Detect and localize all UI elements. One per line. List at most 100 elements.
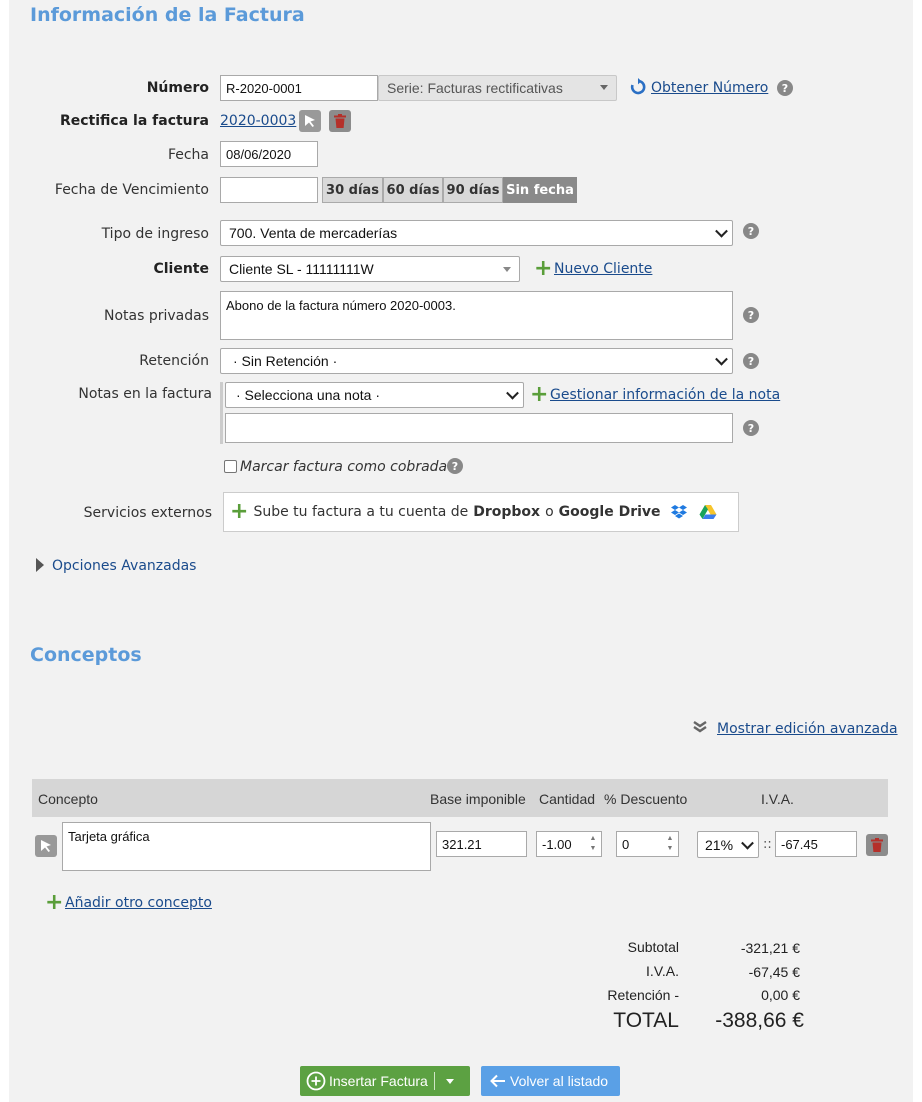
help-icon[interactable]: ? [743, 307, 759, 323]
volver-listado-button[interactable]: Volver al listado [481, 1066, 620, 1096]
iva-value-input[interactable]: -67.45 [775, 831, 857, 857]
trash-icon [334, 114, 346, 128]
help-icon[interactable]: ? [743, 223, 759, 239]
externos-o: o [545, 504, 554, 520]
spinner-down-icon[interactable]: ▼ [665, 845, 675, 853]
triangle-right-icon[interactable] [36, 558, 44, 572]
cursor-icon [305, 115, 315, 127]
cantidad-value: -1.00 [542, 836, 572, 852]
serie-select-value: Serie: Facturas rectificativas [387, 80, 563, 96]
section-title-conceptos: Conceptos [30, 644, 142, 666]
retencion-select[interactable]: · Sin Retención · [220, 348, 733, 374]
externos-label: Servicios externos [83, 505, 212, 521]
numero-label: Número [146, 80, 209, 96]
insertar-factura-label: Insertar Factura [329, 1073, 428, 1089]
retencion-total-value: 0,00 € [761, 987, 800, 1003]
gestionar-nota-link[interactable]: Gestionar información de la nota [550, 387, 780, 403]
plus-icon: + [45, 890, 64, 915]
descuento-value: 0 [622, 836, 630, 852]
help-icon[interactable]: ? [743, 353, 759, 369]
notas-factura-textarea[interactable] [225, 413, 733, 443]
header-descuento: % Descuento [604, 791, 688, 807]
dropbox-icon[interactable] [670, 504, 688, 520]
delete-row-button[interactable] [866, 834, 888, 856]
retencion-total-label: Retención - [607, 987, 679, 1003]
retencion-label: Retención [139, 353, 209, 369]
tipo-ingreso-label: Tipo de ingreso [101, 226, 209, 242]
serie-select[interactable]: Serie: Facturas rectificativas [378, 75, 617, 101]
help-icon[interactable]: ? [743, 420, 759, 436]
cliente-value: Cliente SL - 11111111W [229, 261, 374, 277]
spinner-down-icon[interactable]: ▼ [588, 845, 598, 853]
gdrive-label: Google Drive [558, 504, 661, 520]
google-drive-icon[interactable] [699, 504, 717, 520]
rectifica-label: Rectifica la factura [59, 113, 209, 129]
notas-privadas-textarea[interactable]: Abono de la factura número 2020-0003. [220, 291, 733, 340]
total-value: -388,66 € [715, 1009, 804, 1032]
concepto-textarea[interactable]: Tarjeta gráfica [62, 822, 431, 871]
vencimiento-label: Fecha de Vencimiento [54, 182, 209, 198]
retencion-value: · Sin Retención · [233, 353, 338, 369]
90-dias-button[interactable]: 90 días [443, 177, 503, 203]
invoice-panel: Información de la Factura Número R-2020-… [9, 0, 913, 1102]
anadir-concepto-link[interactable]: Añadir otro concepto [65, 895, 212, 911]
plus-circle-icon [306, 1071, 326, 1091]
externos-box[interactable]: + Sube tu factura a tu cuenta de Dropbox… [223, 492, 739, 532]
fecha-input[interactable]: 08/06/2020 [220, 141, 318, 167]
tipo-ingreso-value: 700. Venta de mercaderías [229, 225, 398, 241]
help-icon[interactable]: ? [447, 458, 463, 474]
section-title-invoice-info: Información de la Factura [30, 4, 305, 26]
opciones-avanzadas-link[interactable]: Opciones Avanzadas [52, 558, 196, 574]
select-product-button[interactable] [35, 835, 57, 857]
spinner-up-icon[interactable]: ▲ [588, 835, 598, 843]
60-dias-button[interactable]: 60 días [383, 177, 443, 203]
obtener-numero-link[interactable]: Obtener Número [651, 80, 768, 96]
mostrar-edicion-link[interactable]: Mostrar edición avanzada [717, 721, 898, 737]
button-divider [433, 1072, 435, 1090]
cobrada-label: Marcar factura como cobrada [240, 459, 448, 475]
chevron-down-icon [715, 224, 728, 238]
caret-down-icon [503, 267, 511, 272]
iva-rate-select[interactable]: 21% [697, 831, 759, 858]
vencimiento-input[interactable] [220, 177, 318, 203]
descuento-input[interactable]: 0 ▲ ▼ [616, 831, 679, 857]
cobrada-checkbox[interactable] [224, 460, 237, 473]
select-invoice-button[interactable] [299, 110, 321, 132]
externos-text: Sube tu factura a tu cuenta de [253, 504, 469, 520]
sin-fecha-button[interactable]: Sin fecha [503, 177, 577, 203]
chevron-down-icon [506, 386, 519, 400]
spinner-up-icon[interactable]: ▲ [665, 835, 675, 843]
help-icon[interactable]: ? [777, 80, 793, 96]
numero-input[interactable]: R-2020-0001 [220, 75, 378, 101]
double-chevron-down-icon[interactable] [692, 720, 708, 738]
insertar-factura-button[interactable]: Insertar Factura [300, 1066, 470, 1096]
delete-rectifica-button[interactable] [329, 110, 351, 132]
plus-icon: + [230, 499, 249, 524]
notas-factura-select[interactable]: · Selecciona una nota · [225, 382, 524, 408]
nuevo-cliente-link[interactable]: Nuevo Cliente [554, 261, 652, 277]
iva-rate-value: 21% [705, 836, 734, 853]
refresh-icon[interactable] [629, 78, 647, 100]
subtotal-value: -321,21 € [740, 940, 800, 956]
notas-factura-select-value: · Selecciona una nota · [236, 387, 380, 403]
notas-factura-label: Notas en la factura [78, 386, 212, 402]
notas-privadas-label: Notas privadas [103, 308, 209, 324]
cantidad-input[interactable]: -1.00 ▲ ▼ [536, 831, 602, 857]
header-concepto: Concepto [38, 791, 98, 807]
caret-down-icon[interactable] [445, 1078, 454, 1084]
dropbox-label: Dropbox [473, 504, 541, 520]
trash-icon [871, 838, 883, 852]
cliente-select[interactable]: Cliente SL - 11111111W [220, 256, 520, 282]
iva-separator: :: [763, 837, 772, 852]
base-input[interactable]: 321.21 [436, 831, 527, 857]
rectifica-link[interactable]: 2020-0003 [220, 113, 296, 129]
arrow-left-icon [490, 1074, 505, 1088]
header-iva: I.V.A. [761, 791, 794, 807]
plus-icon: + [530, 382, 549, 407]
cliente-label: Cliente [153, 261, 209, 277]
total-label: TOTAL [613, 1009, 679, 1032]
notas-divider [220, 382, 223, 444]
30-dias-button[interactable]: 30 días [322, 177, 383, 203]
tipo-ingreso-select[interactable]: 700. Venta de mercaderías [220, 220, 733, 246]
plus-icon: + [534, 256, 553, 281]
